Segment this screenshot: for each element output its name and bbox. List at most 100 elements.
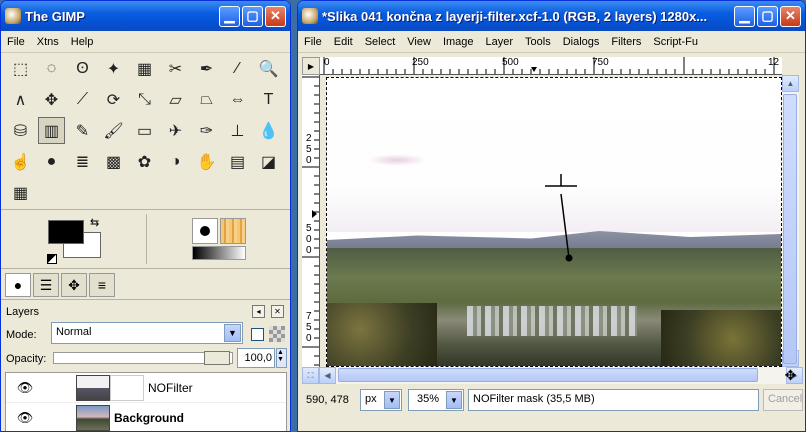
foreground-color-swatch[interactable] [48,220,84,244]
image-canvas[interactable] [326,77,782,367]
eye-icon[interactable]: 👁 [6,380,44,396]
brush-preview[interactable] [192,218,218,244]
opacity-spinner[interactable]: ▲ ▼ [276,348,287,368]
maximize-button[interactable]: ▢ [757,5,778,27]
image-titlebar[interactable]: *Slika 041 končna z layerji-filter.xcf-1… [298,1,805,31]
layer-mask-thumbnail[interactable] [110,374,144,401]
horizontal-ruler[interactable]: 0 250 500 750 12 [320,57,782,75]
panel-menu-icon[interactable]: ◂ [252,305,265,318]
scroll-track[interactable] [336,367,786,384]
scroll-thumb[interactable] [783,94,797,364]
vertical-scrollbar[interactable]: ▲ ▼ [782,75,799,367]
menu-tools[interactable]: Tools [525,36,551,48]
convolve-icon[interactable]: 💧 [255,117,282,144]
rect-select-icon[interactable]: ⬚ [7,55,34,82]
move-icon[interactable]: ✥ [38,86,65,113]
menu-view[interactable]: View [407,36,431,48]
toolbox-titlebar[interactable]: The GIMP ▁ ▢ ✕ [1,1,290,31]
mode-select[interactable]: Normal ▼ [51,322,243,344]
pencil-icon[interactable]: ✎ [69,117,96,144]
menu-script-fu[interactable]: Script-Fu [653,36,698,48]
menu-filters[interactable]: Filters [611,36,641,48]
ink-icon[interactable]: ✑ [193,117,220,144]
cancel-button[interactable]: Cancel [763,389,803,411]
paths-icon[interactable]: ✒ [193,55,220,82]
text-icon[interactable]: T [255,86,282,113]
select-by-color-icon[interactable]: ▦ [131,55,158,82]
menu-dialogs[interactable]: Dialogs [563,36,600,48]
zoom-icon[interactable]: 🔍 [255,55,282,82]
pattern-preview[interactable] [220,218,246,244]
maximize-button[interactable]: ▢ [242,5,263,27]
close-button[interactable]: ✕ [265,5,286,27]
airbrush-icon[interactable]: ✈ [162,117,189,144]
scissors-icon[interactable]: ✂ [162,55,189,82]
gradient-preview[interactable] [192,246,246,260]
flip-icon[interactable]: ⇔ [224,86,251,113]
hue-saturation-icon[interactable]: ✋ [193,148,220,175]
zoom-fit-icon[interactable]: ⛶ [302,367,319,384]
scroll-thumb[interactable] [338,368,758,382]
color-balance-icon[interactable]: ✿ [131,148,158,175]
panel-close-icon[interactable]: ✕ [271,305,284,318]
menu-file[interactable]: File [7,36,25,48]
menu-edit[interactable]: Edit [334,36,353,48]
transform-icon[interactable]: ◪ [255,148,282,175]
perspective-icon[interactable]: ⏢ [193,86,220,113]
brightness-contrast-icon[interactable]: ▤ [224,148,251,175]
rotate-icon[interactable]: ⟳ [100,86,127,113]
reset-colors-icon[interactable] [47,254,57,264]
navigate-icon[interactable]: ✥ [782,367,799,384]
ellipse-select-icon[interactable]: ◌ [38,55,65,82]
menu-help[interactable]: Help [71,36,94,48]
menu-arrow-icon[interactable]: ▶ [302,57,320,75]
layer-row[interactable]: 👁 NOFilter [6,373,286,403]
dodge-burn-icon[interactable]: ● [38,148,65,175]
levels-icon[interactable]: ▩ [100,148,127,175]
brush-tab-icon[interactable]: ● [5,273,31,297]
menu-layer[interactable]: Layer [486,36,514,48]
scroll-track[interactable] [782,92,799,364]
chevron-down-icon[interactable]: ▼ [224,324,241,342]
move-tab-icon[interactable]: ✥ [61,273,87,297]
free-select-icon[interactable]: ʘ [69,55,96,82]
clone-icon[interactable]: ⊥ [224,117,251,144]
eraser-icon[interactable]: ▭ [131,117,158,144]
smudge-icon[interactable]: ☝ [7,148,34,175]
gradient-editor-icon[interactable]: ▦ [7,179,34,206]
chevron-down-icon[interactable]: ▼ [384,391,400,409]
shear-icon[interactable]: ▱ [162,86,189,113]
channels-tab-icon[interactable]: ≡ [89,273,115,297]
blend-icon[interactable]: ▥ [38,117,65,144]
color-picker-icon[interactable]: ⁄ [224,55,251,82]
paintbrush-icon[interactable]: 🖌 [100,117,127,144]
menu-file[interactable]: File [304,36,322,48]
opacity-input[interactable]: 100,0 [237,348,275,368]
measure-icon[interactable]: ∧ [7,86,34,113]
fuzzy-select-icon[interactable]: ✦ [100,55,127,82]
curves-icon[interactable]: ≣ [69,148,96,175]
opacity-slider[interactable] [53,351,233,365]
horizontal-scrollbar[interactable]: ⛶ ◀ ▶ [302,367,803,384]
menu-select[interactable]: Select [365,36,396,48]
swap-colors-icon[interactable]: ⇆ [90,216,99,229]
crop-icon[interactable]: ⟋ [69,86,96,113]
unit-select[interactable]: px ▼ [360,389,402,411]
menu-xtns[interactable]: Xtns [37,36,59,48]
slider-knob[interactable] [204,351,230,365]
layer-row[interactable]: 👁 Background [6,403,286,431]
threshold-icon[interactable]: ◑ [162,148,189,175]
keep-transparency-checkbox[interactable] [251,328,264,341]
scale-icon[interactable]: ⤡ [131,86,158,113]
minimize-button[interactable]: ▁ [219,5,240,27]
close-button[interactable]: ✕ [780,5,801,27]
zoom-select[interactable]: 35% ▼ [408,389,464,411]
vertical-ruler[interactable]: 2 5 0 5 0 0 7 5 0 [302,75,320,367]
layers-tab-icon[interactable]: ☰ [33,273,59,297]
scroll-up-icon[interactable]: ▲ [782,75,799,92]
bucket-fill-icon[interactable]: ⛁ [7,117,34,144]
eye-icon[interactable]: 👁 [6,410,44,426]
menu-image[interactable]: Image [443,36,474,48]
minimize-button[interactable]: ▁ [734,5,755,27]
chevron-down-icon[interactable]: ▼ [446,391,462,409]
